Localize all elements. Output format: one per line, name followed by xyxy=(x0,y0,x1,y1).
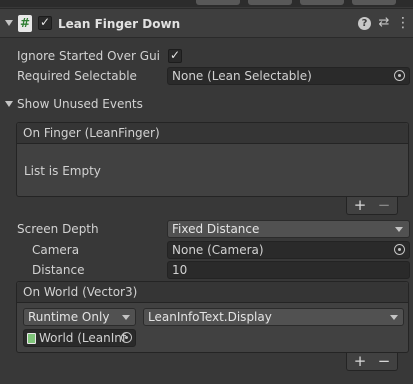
toolbar-button[interactable] xyxy=(352,0,396,5)
required-selectable-field[interactable]: None (Lean Selectable) xyxy=(167,67,410,85)
distance-field[interactable]: 10 xyxy=(167,261,410,279)
chevron-down-icon xyxy=(122,315,130,320)
on-world-event-box: On World (Vector3) Runtime Only LeanInfo… xyxy=(16,281,409,353)
chevron-down-icon xyxy=(390,315,398,320)
ignore-started-over-gui-checkbox[interactable]: ✓ xyxy=(168,48,182,63)
required-selectable-value: None (Lean Selectable) xyxy=(172,69,312,83)
camera-label: Camera xyxy=(32,243,80,257)
presets-icon[interactable]: ⇄ xyxy=(377,14,391,32)
camera-value: None (Camera) xyxy=(172,243,264,257)
runtime-mode-dropdown[interactable]: Runtime Only xyxy=(23,308,136,326)
on-finger-add-button[interactable]: + xyxy=(350,197,370,213)
on-finger-footer: + − xyxy=(346,197,398,215)
object-picker-icon[interactable] xyxy=(394,244,405,255)
lean-script-icon xyxy=(27,333,36,344)
on-world-add-button[interactable]: + xyxy=(350,353,370,369)
on-finger-remove-button[interactable]: − xyxy=(374,197,394,213)
top-toolbar xyxy=(0,0,413,7)
ignore-started-over-gui-label: Ignore Started Over Gui xyxy=(17,49,161,63)
help-icon[interactable]: ? xyxy=(358,17,371,30)
on-world-footer: + − xyxy=(346,353,398,371)
on-finger-header: On Finger (LeanFinger) xyxy=(17,123,408,144)
toolbar-button[interactable] xyxy=(248,0,292,5)
context-menu-icon[interactable]: ⋮ xyxy=(396,14,410,32)
camera-field[interactable]: None (Camera) xyxy=(167,241,410,259)
function-value: LeanInfoText.Display xyxy=(148,310,272,324)
toolbar-button[interactable] xyxy=(196,0,240,5)
screen-depth-value: Fixed Distance xyxy=(172,222,260,236)
runtime-mode-value: Runtime Only xyxy=(28,310,110,324)
on-finger-event-box: On Finger (LeanFinger) List is Empty xyxy=(16,122,409,197)
object-picker-icon[interactable] xyxy=(394,70,405,81)
foldout-arrow-icon[interactable] xyxy=(5,20,13,26)
on-world-header: On World (Vector3) xyxy=(17,282,408,303)
chevron-down-icon xyxy=(395,227,403,232)
show-unused-events-arrow-icon[interactable] xyxy=(5,101,13,107)
target-object-value: World (LeanInf xyxy=(39,331,127,345)
screen-depth-dropdown[interactable]: Fixed Distance xyxy=(167,220,410,238)
on-finger-empty-text: List is Empty xyxy=(24,164,101,178)
script-icon: # xyxy=(18,15,32,32)
function-dropdown[interactable]: LeanInfoText.Display xyxy=(143,308,404,326)
screen-depth-label: Screen Depth xyxy=(17,222,99,236)
object-picker-icon[interactable] xyxy=(121,332,132,343)
enabled-checkbox[interactable]: ✓ xyxy=(38,15,52,30)
on-world-remove-button[interactable]: − xyxy=(374,353,394,369)
toolbar-button[interactable] xyxy=(300,0,344,5)
component-header[interactable]: # ✓ Lean Finger Down ? ⇄ ⋮ xyxy=(0,8,413,38)
distance-label: Distance xyxy=(32,263,85,277)
required-selectable-label: Required Selectable xyxy=(17,69,137,83)
show-unused-events-label[interactable]: Show Unused Events xyxy=(17,95,143,113)
target-object-field[interactable]: World (LeanInf xyxy=(23,329,136,347)
component-title: Lean Finger Down xyxy=(58,17,181,31)
